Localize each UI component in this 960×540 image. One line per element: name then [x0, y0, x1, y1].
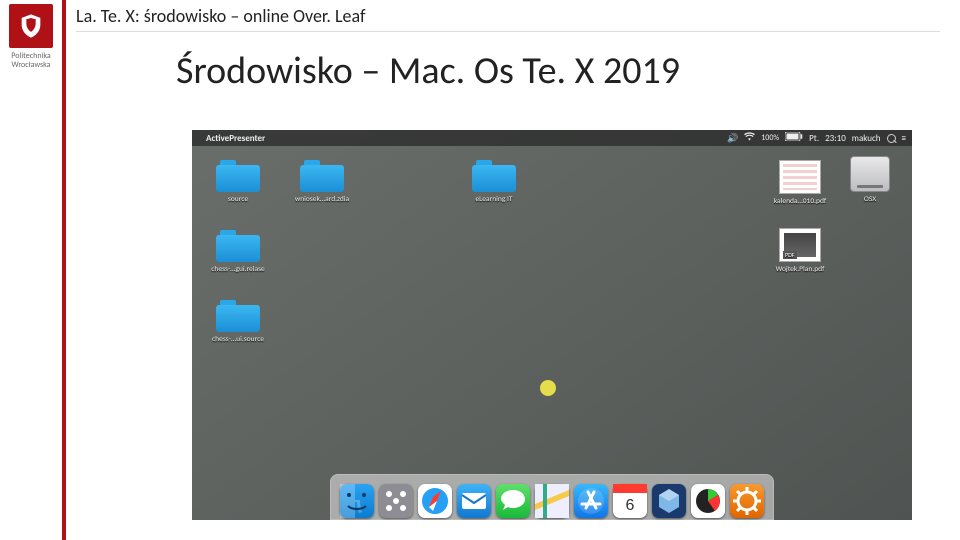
notification-center-icon[interactable]: ≡: [902, 133, 906, 144]
desktop-file[interactable]: kalenda…010.pdf: [768, 160, 832, 206]
desktop-drive[interactable]: OSX: [838, 156, 902, 204]
folder-icon: [216, 160, 260, 192]
svg-text:6: 6: [626, 497, 635, 514]
menubar-app-name[interactable]: ActivePresenter: [206, 133, 265, 144]
dock-finder-icon[interactable]: [340, 484, 374, 518]
desktop-folder[interactable]: eLearning IT: [462, 160, 526, 204]
file-label: Wojtek.Plan.pdf: [768, 265, 832, 274]
left-sidebar: Politechnika Wrocławska: [0, 0, 62, 540]
menubar-time[interactable]: 23:10: [825, 133, 846, 144]
shield-eagle-icon: [17, 12, 45, 40]
university-crest-icon: [9, 4, 53, 48]
desktop-folder[interactable]: source: [206, 160, 270, 204]
folder-label: wniosek…ard.zdia: [290, 195, 354, 204]
volume-icon[interactable]: 🔊: [727, 133, 738, 144]
battery-percent: 100%: [761, 133, 779, 143]
breadcrumb: La. Te. X: środowisko – online Over. Lea…: [76, 0, 940, 32]
dock-safari-icon[interactable]: [418, 484, 452, 518]
mac-dock: 6: [330, 474, 774, 520]
university-name: Politechnika Wrocławska: [11, 52, 50, 70]
dock-messages-icon[interactable]: [496, 484, 530, 518]
folder-icon: [216, 230, 260, 262]
macos-screenshot: ActivePresenter 🔊 100% Pt. 23:10 makuch: [192, 130, 912, 520]
desktop-folder[interactable]: chess-…gui.relase: [206, 230, 270, 274]
main-area: La. Te. X: środowisko – online Over. Lea…: [62, 0, 960, 540]
dock-activity-icon[interactable]: [691, 484, 725, 518]
harddrive-icon: [850, 156, 890, 192]
page-title: Środowisko – Mac. Os Te. X 2019: [76, 32, 940, 102]
desktop-file[interactable]: Wojtek.Plan.pdf: [768, 228, 832, 274]
folder-icon: [472, 160, 516, 192]
pdf-file-icon: [779, 228, 821, 262]
spotlight-icon[interactable]: [887, 134, 896, 143]
university-line2: Wrocławska: [11, 61, 50, 70]
folder-label: source: [206, 195, 270, 204]
dock-maps-icon[interactable]: [535, 484, 569, 518]
cursor-highlight-icon: [540, 380, 556, 396]
dock-mail-icon[interactable]: [457, 484, 491, 518]
menubar-user[interactable]: makuch: [852, 133, 881, 144]
desktop-folder[interactable]: wniosek…ard.zdia: [290, 160, 354, 204]
folder-label: chess-…gui.relase: [206, 265, 270, 274]
dock-launchpad-icon[interactable]: [379, 484, 413, 518]
folder-label: eLearning IT: [462, 195, 526, 204]
folder-label: chess-…ui.source: [206, 335, 270, 344]
folder-icon: [216, 300, 260, 332]
file-label: kalenda…010.pdf: [768, 197, 832, 206]
mac-menubar: ActivePresenter 🔊 100% Pt. 23:10 makuch: [192, 130, 912, 146]
slide-root: Politechnika Wrocławska La. Te. X: środo…: [0, 0, 960, 540]
dock-virtualbox-icon[interactable]: [652, 484, 686, 518]
wifi-icon[interactable]: [744, 132, 755, 144]
dock-preferences-icon[interactable]: [730, 484, 764, 518]
dock-appstore-icon[interactable]: [574, 484, 608, 518]
spreadsheet-file-icon: [779, 160, 821, 194]
menubar-weekday[interactable]: Pt.: [809, 133, 819, 144]
desktop-folder[interactable]: chess-…ui.source: [206, 300, 270, 344]
dock-calendar-icon[interactable]: 6: [613, 484, 647, 518]
folder-icon: [300, 160, 344, 192]
battery-icon[interactable]: [785, 132, 803, 144]
drive-label: OSX: [838, 195, 902, 204]
